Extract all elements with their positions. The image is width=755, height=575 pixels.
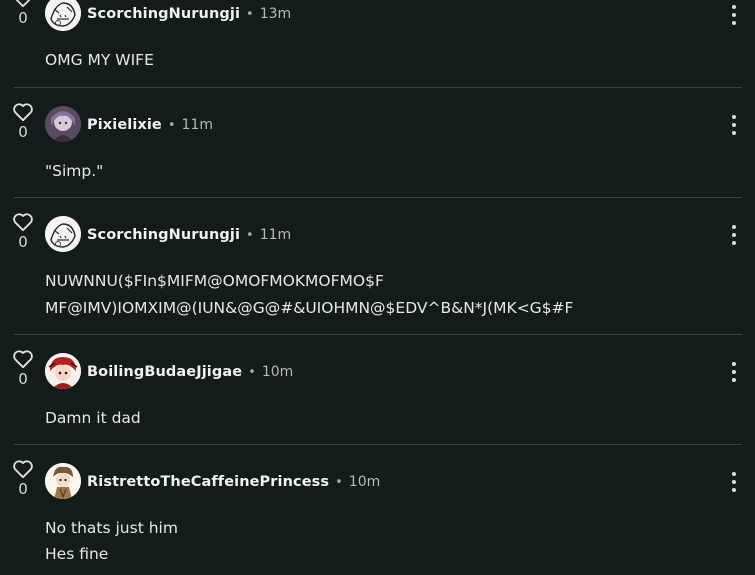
comment-text-line: MF@IMV)IOMXIM@(IUN&@G@#&UIOHMN@$EDV^B&N*… [45,299,574,317]
divider [14,444,742,445]
like-control[interactable]: 0 [12,0,34,27]
purple-character-avatar-image [45,106,81,142]
like-count: 0 [18,370,28,388]
vertical-ellipsis-icon[interactable] [726,360,742,384]
divider [14,197,742,198]
comment-meta: BoilingBudaeJjigae • 10m [87,361,293,381]
username[interactable]: ScorchingNurungji [87,227,240,243]
timestamp: 13m [259,6,292,22]
comment-text-line: NUWNNU($FIn$MIFM@OMOFMOKMOFMO$F [45,272,384,290]
tan-character-avatar-image [45,463,81,499]
separator-dot: • [246,228,254,243]
comment-meta: RistrettoTheCaffeinePrincess • 10m [87,471,380,491]
timestamp: 11m [259,227,292,243]
username[interactable]: RistrettoTheCaffeinePrincess [87,474,329,490]
separator-dot: • [248,365,256,380]
heart-outline-icon[interactable] [12,102,34,122]
timestamp: 10m [261,364,294,380]
divider [14,87,742,88]
comment-feed: 0 ScorchingNurungji • 13m OMG MY WIFE 0 … [0,0,755,575]
username[interactable]: Pixielixie [87,117,162,133]
vertical-ellipsis-icon[interactable] [726,223,742,247]
bw-sketch-avatar-image [45,216,81,252]
like-count: 0 [18,480,28,498]
timestamp: 10m [348,474,381,490]
like-count: 0 [18,9,28,27]
heart-outline-icon[interactable] [12,349,34,369]
separator-dot: • [167,118,176,133]
heart-outline-icon[interactable] [12,212,34,232]
username[interactable]: ScorchingNurungji [87,6,240,22]
avatar[interactable] [45,0,81,31]
username[interactable]: BoilingBudaeJjigae [87,364,242,380]
separator-dot: • [246,7,254,22]
like-control[interactable]: 0 [12,102,34,141]
heart-outline-icon[interactable] [12,0,34,8]
comment-text: "Simp." [45,162,104,180]
vertical-ellipsis-icon[interactable] [726,470,742,494]
comment-text-line: Hes fine [45,545,109,563]
like-count: 0 [18,233,28,251]
red-character-avatar-image [45,353,81,389]
comment-meta: ScorchingNurungji • 11m [87,224,291,244]
like-control[interactable]: 0 [12,349,34,388]
avatar[interactable] [45,353,81,389]
timestamp: 11m [181,117,213,133]
like-count: 0 [18,123,28,141]
vertical-ellipsis-icon[interactable] [726,3,742,27]
comment-text: Damn it dad [45,409,141,427]
avatar[interactable] [45,463,81,499]
like-control[interactable]: 0 [12,459,34,498]
comment-text-line: No thats just him [45,519,178,537]
comment-meta: Pixielixie • 11m [87,114,213,134]
heart-outline-icon[interactable] [12,459,34,479]
separator-dot: • [335,475,343,490]
comment-text: OMG MY WIFE [45,51,154,69]
avatar[interactable] [45,216,81,252]
divider [14,334,742,335]
like-control[interactable]: 0 [12,212,34,251]
vertical-ellipsis-icon[interactable] [726,113,742,137]
avatar[interactable] [45,106,81,142]
bw-sketch-avatar-image [45,0,81,31]
comment-meta: ScorchingNurungji • 13m [87,3,291,23]
